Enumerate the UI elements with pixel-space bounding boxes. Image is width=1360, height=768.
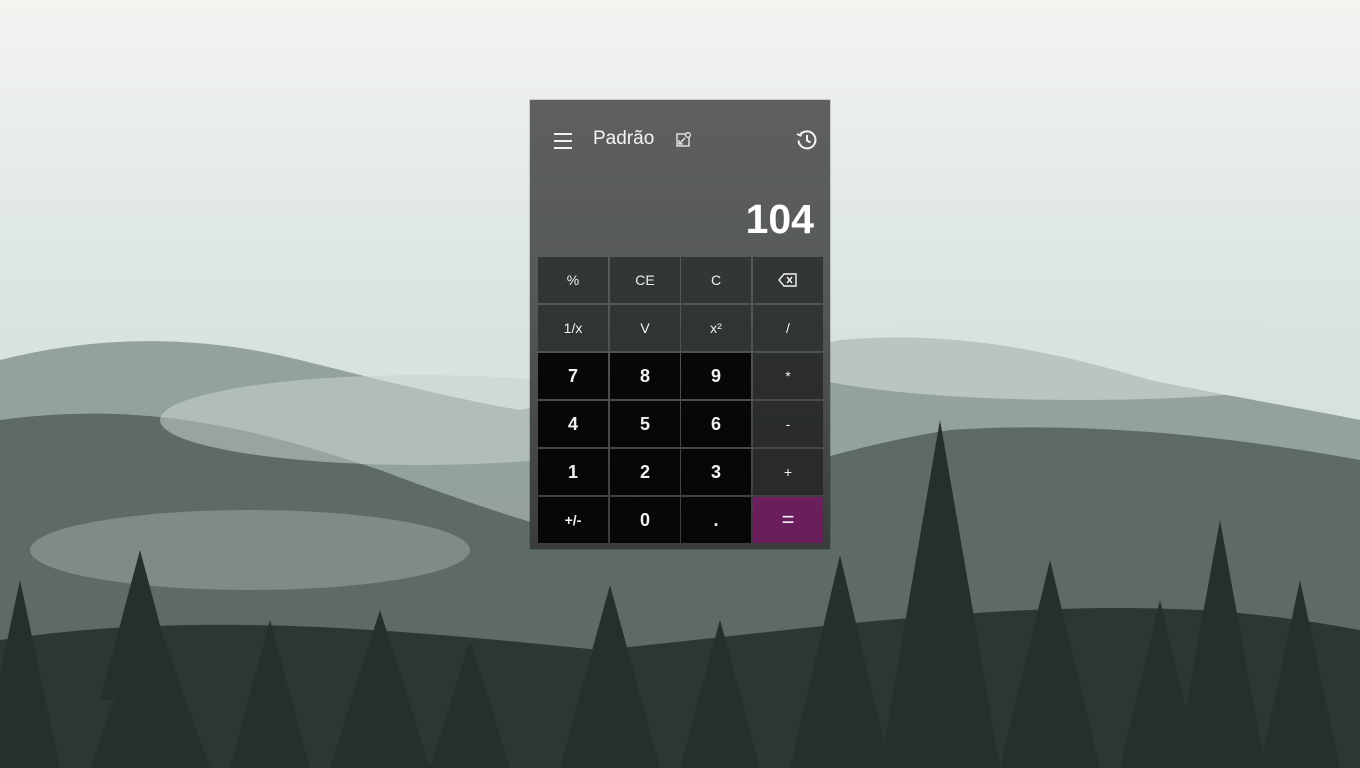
digit-9-button[interactable]: 9	[681, 353, 751, 399]
subtract-button[interactable]: -	[753, 401, 823, 447]
result-display: 104	[745, 196, 814, 242]
equals-button[interactable]: =	[753, 497, 823, 543]
digit-1-button[interactable]: 1	[538, 449, 608, 495]
percent-button[interactable]: %	[538, 257, 608, 303]
hamburger-menu-icon[interactable]	[550, 128, 576, 154]
calculator-window: Padrão 104 % CE C 1 /x V x² / 7 8 9 * 4 5…	[530, 100, 830, 549]
square-root-button[interactable]: V	[610, 305, 680, 351]
digit-3-button[interactable]: 3	[681, 449, 751, 495]
digit-5-button[interactable]: 5	[610, 401, 680, 447]
digit-2-button[interactable]: 2	[610, 449, 680, 495]
calculator-mode-title: Padrão	[593, 128, 655, 149]
negate-button[interactable]: +/-	[538, 497, 608, 543]
title-bar: Padrão	[530, 100, 830, 180]
digit-7-button[interactable]: 7	[538, 353, 608, 399]
square-button[interactable]: x²	[681, 305, 751, 351]
add-button[interactable]: +	[753, 449, 823, 495]
keypad: % CE C 1/x V x² / 7 8 9 * 4 5 6 - 1 2 3 …	[538, 257, 823, 545]
clear-entry-button[interactable]: CE	[610, 257, 680, 303]
decimal-button[interactable]: .	[681, 497, 751, 543]
divide-button[interactable]: /	[753, 305, 823, 351]
keep-on-top-icon[interactable]	[674, 130, 694, 150]
backspace-button[interactable]	[753, 257, 823, 303]
clear-button[interactable]: C	[681, 257, 751, 303]
backspace-icon	[778, 273, 797, 287]
multiply-button[interactable]: *	[753, 353, 823, 399]
digit-6-button[interactable]: 6	[681, 401, 751, 447]
digit-0-button[interactable]: 0	[610, 497, 680, 543]
digit-4-button[interactable]: 4	[538, 401, 608, 447]
reciprocal-button[interactable]: 1/x	[538, 305, 608, 351]
digit-8-button[interactable]: 8	[610, 353, 680, 399]
history-icon[interactable]	[795, 128, 819, 152]
